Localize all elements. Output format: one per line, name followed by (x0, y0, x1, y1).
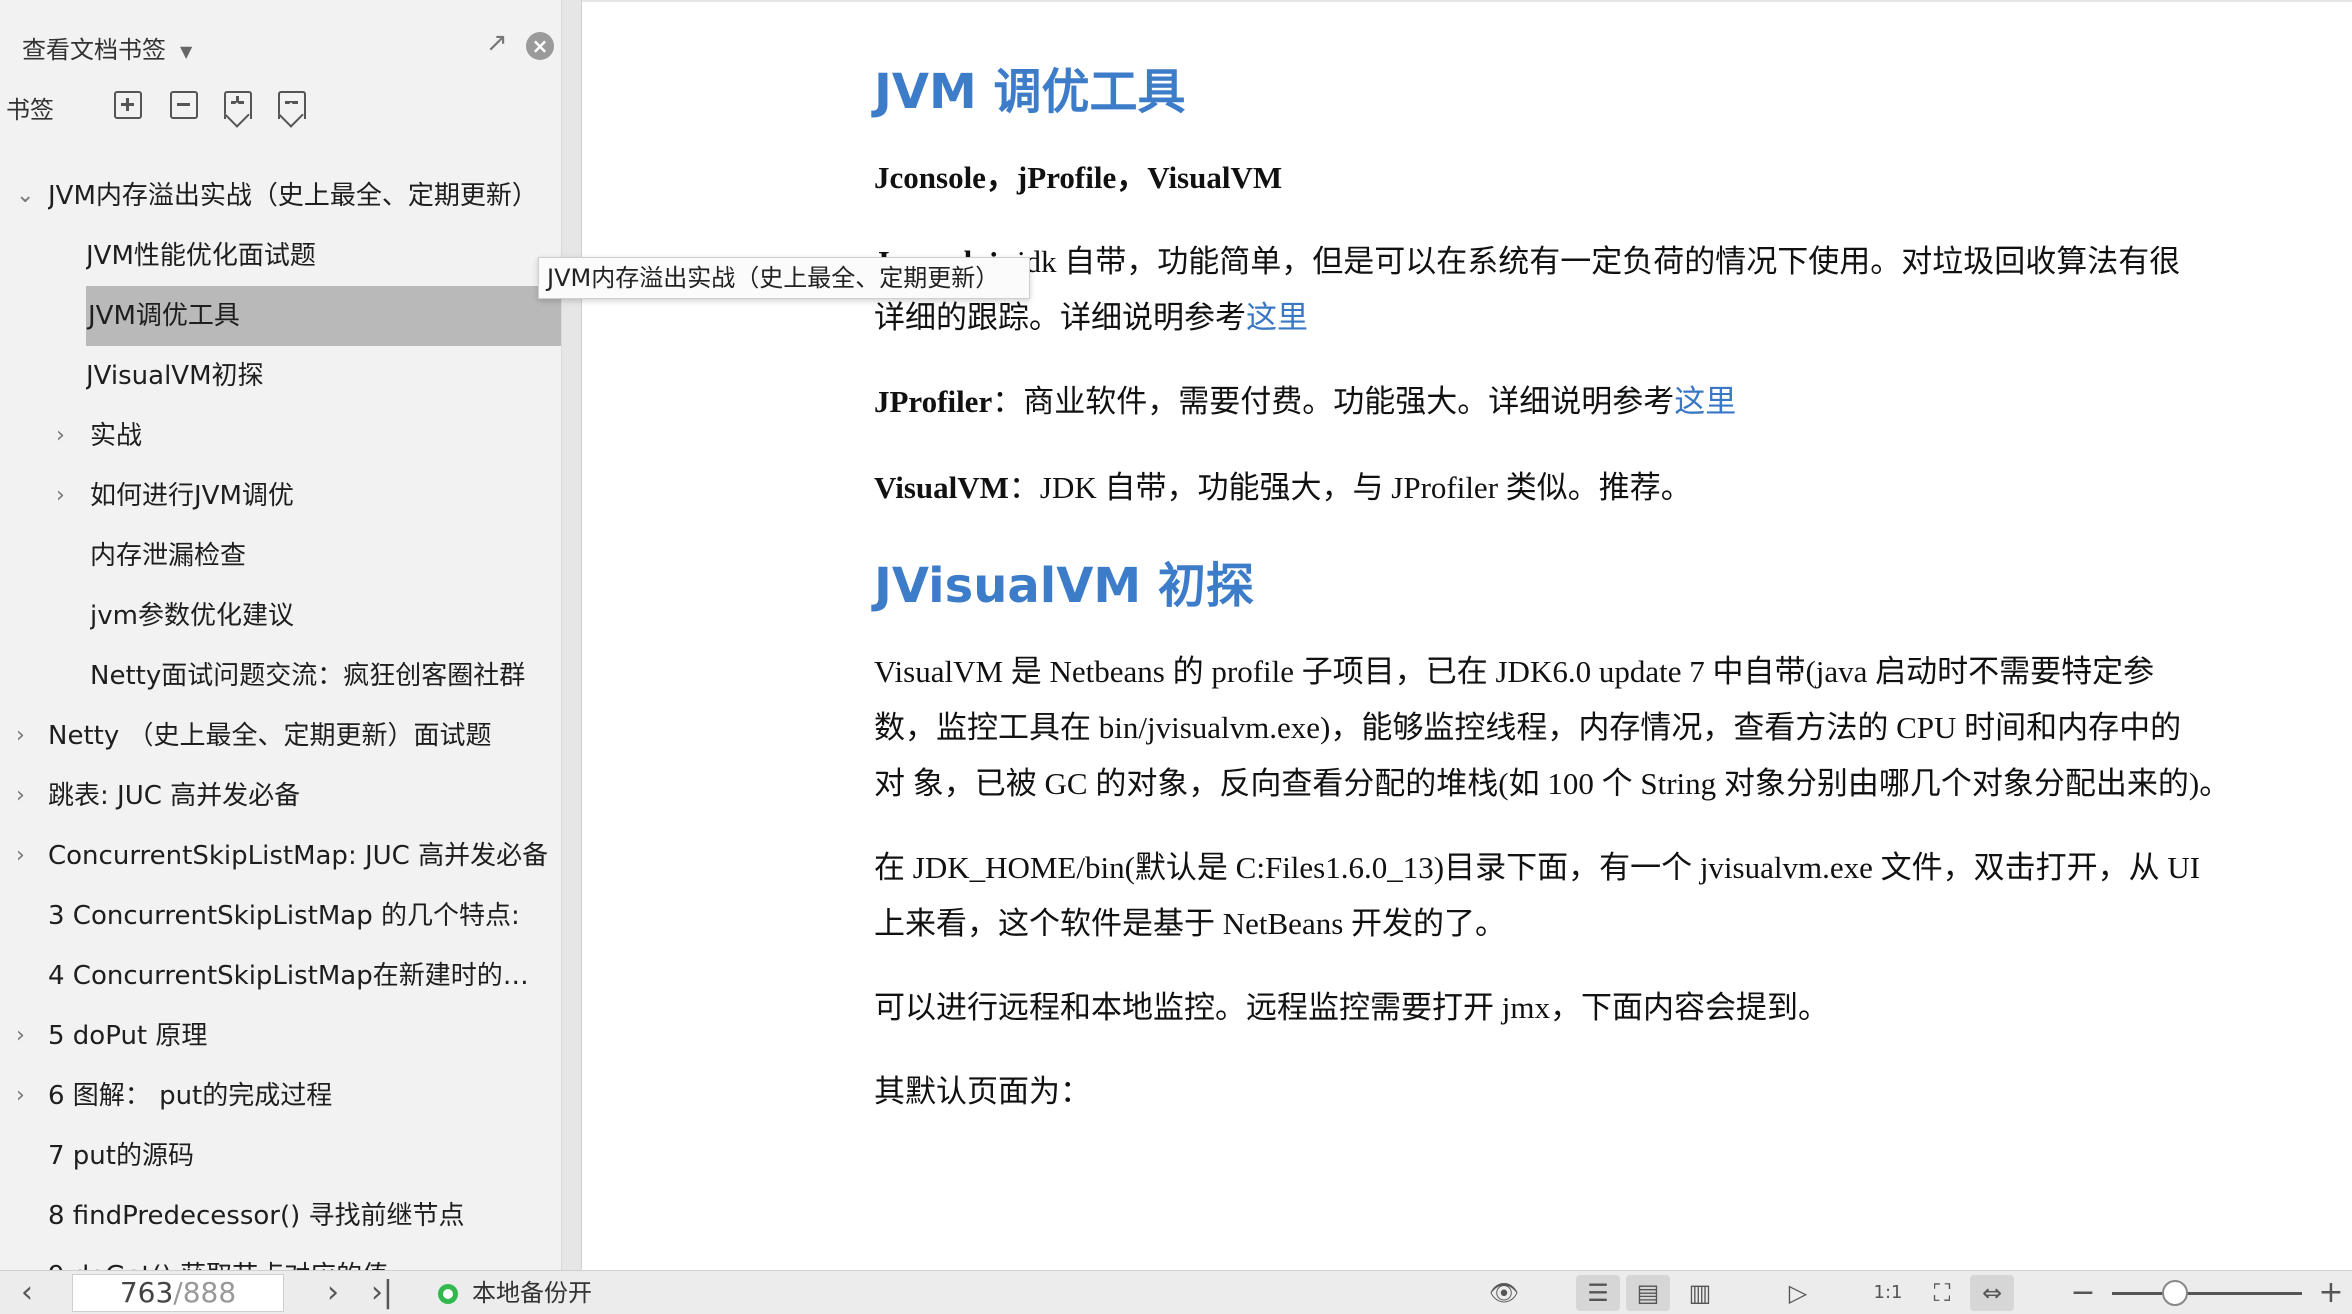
sidebar-header[interactable]: 查看文档书签 ▼ (22, 30, 192, 65)
para1-line3: 对 象，已被 GC 的对象，反向查看分配的堆栈(如 100 个 String 对… (874, 766, 2231, 801)
chevron-down-icon[interactable]: ⌄ (16, 166, 34, 226)
jconsole-text-2: 详细的跟踪。详细说明参考 (874, 300, 1246, 335)
bookmark-item[interactable]: 8 findPredecessor() 寻找前继节点 (48, 1186, 553, 1246)
jconsole-link[interactable]: 这里 (1246, 300, 1308, 335)
chevron-right-icon[interactable]: › (56, 466, 65, 526)
bookmark-item[interactable]: 实战 (90, 406, 560, 466)
chevron-right-icon[interactable]: › (16, 1006, 25, 1066)
document-page: JVM 调优工具 Jconsole，jProfile，VisualVM Jcon… (582, 0, 2352, 1270)
bookmark-item[interactable]: 6 图解： put的完成过程 (48, 1066, 553, 1126)
bookmark-item[interactable]: jvm参数优化建议 (90, 586, 560, 646)
heading-jvm-tools: JVM 调优工具 (874, 64, 1186, 120)
collapse-all-icon[interactable] (170, 91, 198, 119)
single-page-icon[interactable]: ▤ (1626, 1275, 1670, 1311)
bookmark-item[interactable]: 9 doGet() 获取节点对应的值 (48, 1246, 553, 1270)
actual-size-icon[interactable]: 1:1 (1866, 1275, 1910, 1311)
bookmark-item[interactable]: JVisualVM初探 (86, 346, 556, 406)
bookmark-item[interactable]: 跳表: JUC 高并发必备 (48, 766, 553, 826)
para2-line1: 在 JDK_HOME/bin(默认是 C:Files1.6.0_13)目录下面，… (874, 850, 2201, 885)
zoom-out-icon[interactable]: − (2068, 1271, 2098, 1314)
bookmark-item[interactable]: JVM调优工具 (86, 286, 561, 346)
last-page-icon[interactable]: ›| (362, 1271, 402, 1314)
visualvm-bold: VisualVM (874, 470, 1009, 505)
chevron-right-icon[interactable]: › (16, 826, 25, 886)
detach-icon[interactable]: ↗ (486, 28, 508, 58)
fit-page-icon[interactable]: ⛶ (1920, 1275, 1964, 1311)
play-icon[interactable]: ▷ (1776, 1275, 1820, 1311)
bookmark-item[interactable]: 内存泄漏检查 (90, 526, 560, 586)
chevron-right-icon[interactable]: › (16, 1066, 25, 1126)
para1-line2: 数，监控工具在 bin/jvisualvm.exe)，能够监控线程，内存情况，查… (874, 710, 2182, 745)
para1-line1: VisualVM 是 Netbeans 的 profile 子项目，已在 JDK… (874, 654, 2155, 689)
bookmark-item[interactable]: 如何进行JVM调优 (90, 466, 560, 526)
para2-line2: 上来看，这个软件是基于 NetBeans 开发的了。 (874, 906, 1507, 941)
visualvm-text: ：JDK 自带，功能强大，与 JProfiler 类似。推荐。 (1008, 470, 1692, 505)
para4: 其默认页面为： (874, 1074, 1091, 1109)
sidebar-header-title: 查看文档书签 (22, 36, 166, 64)
chevron-left-icon[interactable]: ‹ (10, 1271, 44, 1314)
close-icon[interactable]: × (526, 32, 554, 60)
bookmark-item[interactable]: JVM性能优化面试题 (86, 226, 556, 286)
tools-line-text: Jconsole，jProfile，VisualVM (874, 160, 1283, 195)
bookmark-item[interactable]: 4 ConcurrentSkipListMap在新建时的初... (48, 946, 553, 1006)
bookmark-item[interactable]: ConcurrentSkipListMap: JUC 高并发必备 (48, 826, 553, 886)
chevron-right-icon[interactable]: › (56, 406, 65, 466)
bookmark-item[interactable]: 5 doPut 原理 (48, 1006, 553, 1066)
bookmark-sidebar: 查看文档书签 ▼ ↗ × 书签 ⌄ JVM内存溢出实战（史上最全、定期更新） JVM性… (0, 0, 562, 1270)
para3: 可以进行远程和本地监控。远程监控需要打开 jmx，下面内容会提到。 (874, 990, 1829, 1025)
expand-all-icon[interactable] (114, 91, 142, 119)
zoom-in-icon[interactable]: + (2316, 1271, 2346, 1314)
bookmark-item[interactable]: Netty （史上最全、定期更新）面试题 (48, 706, 553, 766)
jprofiler-text: ：商业软件，需要付费。功能强大。详细说明参考 (992, 384, 1675, 419)
backup-status-icon (438, 1284, 458, 1304)
bookmark-item[interactable]: Netty面试问题交流：疯狂创客圈社群 (90, 646, 560, 706)
bookmark-tooltip: JVM内存溢出实战（史上最全、定期更新） (538, 257, 1030, 299)
heading-jvisualvm: JVisualVM 初探 (874, 558, 1254, 614)
page-number-field[interactable]: 763/888 (72, 1274, 284, 1312)
add-bookmark-icon[interactable] (224, 91, 252, 119)
fit-width-icon[interactable]: ⇔ (1970, 1275, 2014, 1311)
zoom-slider[interactable] (2112, 1292, 2302, 1295)
bookmark-item[interactable]: 3 ConcurrentSkipListMap 的几个特点: (48, 886, 553, 946)
current-page: 763 (119, 1276, 174, 1309)
chevron-right-icon[interactable]: › (316, 1271, 350, 1314)
bookmark-item[interactable]: 7 put的源码 (48, 1126, 553, 1186)
total-pages: /888 (173, 1276, 237, 1309)
chevron-right-icon[interactable]: › (16, 706, 25, 766)
remove-bookmark-icon[interactable] (278, 91, 306, 119)
chevron-down-icon[interactable]: ▼ (180, 42, 192, 61)
bookmark-item[interactable]: JVM内存溢出实战（史上最全、定期更新） (48, 166, 553, 226)
backup-status-text[interactable]: 本地备份开 (472, 1271, 592, 1314)
jprofiler-link[interactable]: 这里 (1674, 384, 1736, 419)
jconsole-line-1: Jconsole：jdk 自带，功能简单，但是可以在系统有一定负荷的情况下使用。… (874, 234, 2180, 290)
visualvm-line: VisualVM：JDK 自带，功能强大，与 JProfiler 类似。推荐。 (874, 460, 1692, 516)
eye-icon[interactable]: 👁 (1482, 1275, 1526, 1311)
jprofiler-bold: JProfiler (874, 384, 993, 419)
bookmark-tab[interactable]: 书签 (6, 90, 54, 125)
two-page-icon[interactable]: ▥ (1678, 1275, 1722, 1311)
zoom-slider-thumb[interactable] (2161, 1280, 2188, 1306)
status-bar: ‹ 763/888 › ›| 本地备份开 👁 ☰ ▤ ▥ ▷ 1:1 ⛶ ⇔ −… (0, 1270, 2352, 1314)
chevron-right-icon[interactable]: › (16, 766, 25, 826)
jconsole-text: ：jdk 自带，功能简单，但是可以在系统有一定负荷的情况下使用。对垃圾回收算法有… (985, 244, 2181, 279)
continuous-scroll-icon[interactable]: ☰ (1576, 1275, 1620, 1311)
jprofiler-line: JProfiler：商业软件，需要付费。功能强大。详细说明参考这里 (874, 374, 1736, 430)
tools-list-line: Jconsole，jProfile，VisualVM (874, 150, 1282, 206)
sidebar-scrollbar[interactable] (562, 0, 582, 1270)
